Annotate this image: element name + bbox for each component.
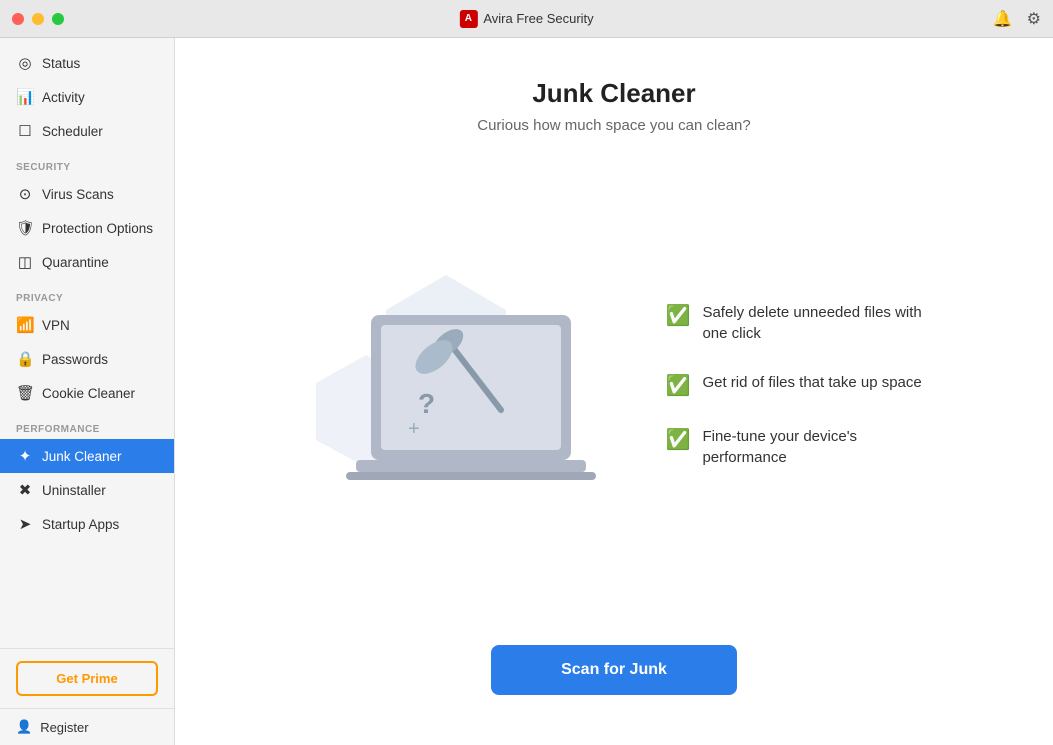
svg-text:+: + [408,418,420,440]
sidebar-label-passwords: Passwords [42,352,108,367]
quarantine-icon: ◫ [16,253,34,271]
sidebar-item-register[interactable]: 👤 Register [0,708,174,745]
sidebar-item-startup-apps[interactable]: ➤ Startup Apps [0,507,174,541]
junk-cleaner-illustration: ? + [286,235,606,535]
sidebar-label-quarantine: Quarantine [42,255,109,270]
sidebar-label-activity: Activity [42,90,85,105]
sidebar-item-virus-scans[interactable]: ⊙ Virus Scans [0,177,174,211]
sidebar-item-passwords[interactable]: 🔒 Passwords [0,342,174,376]
get-prime-button[interactable]: Get Prime [16,661,158,696]
feature-text-3: Fine-tune your device's performance [702,426,942,468]
sidebar-item-status[interactable]: ◎ Status [0,46,174,80]
title-bar-actions: 🔔 ⚙ [993,9,1041,29]
close-button[interactable] [12,13,24,25]
sidebar-label-scheduler: Scheduler [42,124,103,139]
activity-icon: 📊 [16,88,34,106]
status-icon: ◎ [16,54,34,72]
minimize-button[interactable] [32,13,44,25]
sidebar-label-junk-cleaner: Junk Cleaner [42,449,122,464]
sidebar-label-startup-apps: Startup Apps [42,517,119,532]
sidebar: ◎ Status 📊 Activity ☐ Scheduler Security… [0,38,175,745]
features-list: ✅ Safely delete unneeded files with one … [666,302,943,468]
content-area: Junk Cleaner Curious how much space you … [175,38,1053,745]
sidebar-label-virus-scans: Virus Scans [42,187,114,202]
sidebar-label-status: Status [42,56,80,71]
notifications-icon[interactable]: 🔔 [993,9,1013,29]
feature-text-2: Get rid of files that take up space [702,372,921,393]
section-label-security: Security [0,148,174,177]
content-header: Junk Cleaner Curious how much space you … [437,38,791,154]
feature-item-2: ✅ Get rid of files that take up space [666,372,943,398]
sidebar-label-register: Register [40,720,88,735]
virus-scans-icon: ⊙ [16,185,34,203]
app-title-group: A Avira Free Security [459,10,593,28]
sidebar-item-scheduler[interactable]: ☐ Scheduler [0,114,174,148]
title-bar: A Avira Free Security 🔔 ⚙ [0,0,1053,38]
settings-icon[interactable]: ⚙ [1027,9,1041,29]
page-subtitle: Curious how much space you can clean? [477,117,751,134]
page-title: Junk Cleaner [477,78,751,109]
feature-item-3: ✅ Fine-tune your device's performance [666,426,943,468]
maximize-button[interactable] [52,13,64,25]
feature-item-1: ✅ Safely delete unneeded files with one … [666,302,943,344]
content-body: ? + ✅ Safely delete unneeded files with … [175,154,1053,615]
sidebar-label-uninstaller: Uninstaller [42,483,106,498]
feature-text-1: Safely delete unneeded files with one cl… [702,302,942,344]
register-icon: 👤 [16,719,32,735]
sidebar-item-protection-options[interactable]: 🛡 Protection Options [0,211,174,245]
sidebar-item-cookie-cleaner[interactable]: 🗑 Cookie Cleaner [0,376,174,410]
startup-apps-icon: ➤ [16,515,34,533]
svg-text:?: ? [418,388,435,419]
check-icon-2: ✅ [666,373,691,398]
sidebar-item-vpn[interactable]: 📶 VPN [0,308,174,342]
sidebar-label-vpn: VPN [42,318,70,333]
sidebar-item-quarantine[interactable]: ◫ Quarantine [0,245,174,279]
sidebar-item-activity[interactable]: 📊 Activity [0,80,174,114]
section-label-performance: Performance [0,410,174,439]
vpn-icon: 📶 [16,316,34,334]
uninstaller-icon: ✖ [16,481,34,499]
get-prime-container: Get Prime [0,648,174,708]
traffic-lights [12,13,64,25]
sidebar-item-junk-cleaner[interactable]: ✦ Junk Cleaner [0,439,174,473]
junk-cleaner-icon: ✦ [16,447,34,465]
scan-button-container: Scan for Junk [491,615,737,745]
passwords-icon: 🔒 [16,350,34,368]
sidebar-label-protection-options: Protection Options [42,221,153,236]
cookie-cleaner-icon: 🗑 [16,384,34,402]
protection-options-icon: 🛡 [16,219,34,237]
sidebar-label-cookie-cleaner: Cookie Cleaner [42,386,135,401]
check-icon-3: ✅ [666,427,691,452]
scan-for-junk-button[interactable]: Scan for Junk [491,645,737,695]
section-label-privacy: Privacy [0,279,174,308]
scheduler-icon: ☐ [16,122,34,140]
check-icon-1: ✅ [666,303,691,328]
avira-logo: A [459,10,477,28]
app-title: Avira Free Security [483,11,593,26]
sidebar-item-uninstaller[interactable]: ✖ Uninstaller [0,473,174,507]
main-layout: ◎ Status 📊 Activity ☐ Scheduler Security… [0,38,1053,745]
